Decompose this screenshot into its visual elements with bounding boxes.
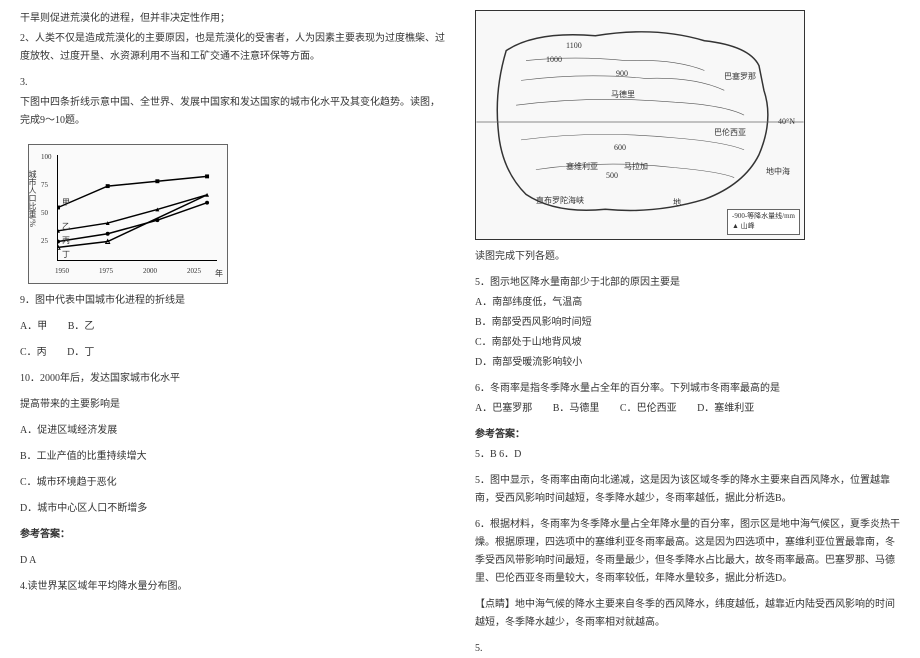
isoline-600: 600 (614, 143, 626, 152)
xtick-2000: 2000 (143, 267, 157, 275)
y-axis-label: 城市人口比重/% (27, 170, 38, 227)
xtick-2025: 2025 (187, 267, 201, 275)
xtick-1975: 1975 (99, 267, 113, 275)
right-column: 1100 1000 900 600 500 马德里 巴塞罗那 巴伦西亚 塞维利亚… (475, 10, 900, 641)
med-sea-label: 地中海 (766, 166, 790, 177)
answer-label-right: 参考答案： (475, 426, 900, 444)
question-5-next: 5. (475, 640, 900, 658)
xtick-1950: 1950 (55, 267, 69, 275)
series-label-ding: 丁 (62, 249, 70, 260)
q9-option-a: A．甲 (20, 318, 47, 336)
q9-option-d: D．丁 (67, 344, 94, 362)
urbanization-chart: 城市人口比重/% 100 75 50 25 1950 1975 2000 202… (28, 144, 228, 284)
q5-option-a: A．南部纬度低，气温高 (475, 294, 900, 312)
q10-option-b: B．工业产值的比重持续增大 (20, 448, 445, 466)
intro-line-2: 2、人类不仅是造成荒漠化的主要原因，也是荒漠化的受害者，人为因素主要表现为过度樵… (20, 30, 445, 66)
ytick-25: 25 (41, 237, 48, 245)
question-6-options: A．巴塞罗那 B．马德里 C．巴伦西亚 D．塞维利亚 (475, 400, 900, 418)
series-label-jia: 甲 (62, 197, 70, 208)
chart-lines (58, 155, 217, 260)
map-svg (476, 11, 804, 239)
ytick-50: 50 (41, 209, 48, 217)
question-9: 9．图中代表中国城市化进程的折线是 (20, 292, 445, 310)
left-column: 干旱则促进荒漠化的进程，但并非决定性作用； 2、人类不仅是造成荒漠化的主要原因，… (20, 10, 445, 641)
q6-option-b: B．马德里 (553, 400, 600, 418)
x-axis-label: 年 (215, 268, 223, 279)
question-3-text: 下图中四条折线示意中国、全世界、发展中国家和发达国家的城市化水平及其变化趋势。读… (20, 94, 445, 130)
q10-option-a: A．促进区域经济发展 (20, 422, 445, 440)
gibraltar-strait: 直布罗陀海峡 (536, 195, 584, 206)
question-5: 5．图示地区降水量南部少于北部的原因主要是 (475, 274, 900, 292)
q6-option-c: C．巴伦西亚 (620, 400, 677, 418)
tip-note: 【点睛】地中海气候的降水主要来自冬季的西风降水，纬度越低，越靠近内陆受西风影响的… (475, 596, 900, 632)
question-9-options-row2: C．丙 D．丁 (20, 344, 445, 362)
explanation-6: 6．根据材料，冬雨率为冬季降水量占全年降水量的百分率，图示区是地中海气候区，夏季… (475, 516, 900, 588)
lat-40n: 40°N (778, 117, 795, 126)
q5-option-c: C．南部处于山地背风坡 (475, 334, 900, 352)
map-legend: -900-等降水量线/mm ▲ 山峰 (727, 209, 800, 235)
city-malaga: 马拉加 (624, 161, 648, 172)
q6-option-a: A．巴塞罗那 (475, 400, 532, 418)
question-10: 10．2000年后，发达国家城市化水平 (20, 370, 445, 388)
q10-option-c: C．城市环境趋于恶化 (20, 474, 445, 492)
read-prompt: 读图完成下列各题。 (475, 248, 900, 266)
ytick-75: 75 (41, 181, 48, 189)
question-9-options-row1: A．甲 B．乙 (20, 318, 445, 336)
question-3-number: 3. (20, 74, 445, 92)
question-6: 6．冬雨率是指冬季降水量占全年的百分率。下列城市冬雨率最高的是 (475, 380, 900, 398)
legend-mountain: ▲ 山峰 (732, 222, 795, 232)
isoline-500: 500 (606, 171, 618, 180)
question-4: 4.读世界某区域年平均降水量分布图。 (20, 578, 445, 596)
q5-option-d: D．南部受暖流影响较小 (475, 354, 900, 372)
q10-option-d: D．城市中心区人口不断增多 (20, 500, 445, 518)
q9-option-c: C．丙 (20, 344, 47, 362)
city-valencia: 巴伦西亚 (714, 127, 746, 138)
precipitation-map: 1100 1000 900 600 500 马德里 巴塞罗那 巴伦西亚 塞维利亚… (475, 10, 805, 240)
ytick-100: 100 (41, 153, 52, 161)
isoline-1000: 1000 (546, 55, 562, 64)
answer-right: 5．B 6．D (475, 446, 900, 464)
answer-left: D A (20, 552, 445, 570)
series-label-yi: 乙 (62, 221, 70, 232)
chart-plot-area: 甲 乙 丙 丁 (57, 155, 217, 261)
question-10-follow: 提高带来的主要影响是 (20, 396, 445, 414)
sea-label: 地 (673, 197, 681, 208)
city-madrid: 马德里 (611, 89, 635, 100)
isoline-900: 900 (616, 69, 628, 78)
intro-line-1: 干旱则促进荒漠化的进程，但并非决定性作用； (20, 10, 445, 28)
isoline-1100: 1100 (566, 41, 582, 50)
series-label-bing: 丙 (62, 235, 70, 246)
explanation-5: 5．图中显示，冬雨率由南向北递减，这是因为该区域冬季的降水主要来自西风降水，位置… (475, 472, 900, 508)
q9-option-b: B．乙 (68, 318, 95, 336)
city-barcelona: 巴塞罗那 (724, 71, 756, 82)
q6-option-d: D．塞维利亚 (697, 400, 754, 418)
answer-label-left: 参考答案： (20, 526, 445, 544)
q5-option-b: B．南部受西风影响时间短 (475, 314, 900, 332)
city-sevilla: 塞维利亚 (566, 161, 598, 172)
legend-isoline: -900-等降水量线/mm (732, 212, 795, 222)
